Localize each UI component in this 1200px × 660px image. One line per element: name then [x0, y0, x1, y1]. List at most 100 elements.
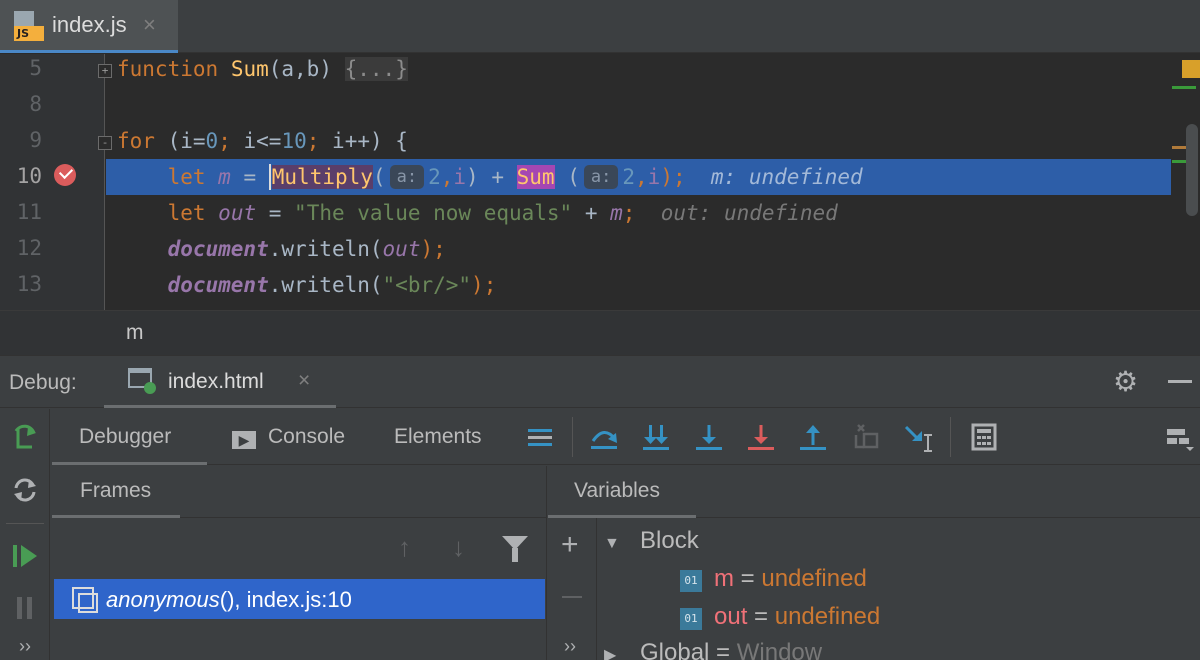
tab-console[interactable]: ▶ Console: [232, 409, 345, 465]
step-over-icon[interactable]: [588, 421, 620, 453]
equals-sign: =: [747, 603, 775, 630]
rerun-icon[interactable]: [10, 423, 40, 453]
code-token: 0: [205, 129, 219, 153]
gear-icon[interactable]: ⚙: [1113, 365, 1138, 398]
code-line-11[interactable]: let out = "The value now equals" + m; ou…: [106, 195, 1171, 231]
drop-frame-icon[interactable]: [850, 421, 882, 453]
layout-settings-icon[interactable]: [1164, 421, 1196, 453]
code-token: ;: [622, 201, 636, 225]
code-token: let: [167, 165, 206, 189]
browser-debug-icon: [128, 366, 156, 394]
equals-sign: =: [709, 639, 737, 660]
close-tab-icon[interactable]: ×: [143, 12, 156, 38]
console-icon: ▶: [232, 431, 256, 449]
toolbar-separator: [950, 417, 951, 457]
debug-tabs-row: Debugger ▶ Console Elements: [52, 409, 1200, 465]
code-token: =: [230, 165, 269, 189]
code-line-5[interactable]: function Sum(a,b) {...}: [106, 54, 1171, 87]
code-token: .writeln(: [268, 273, 383, 297]
add-watch-icon[interactable]: +: [561, 528, 579, 562]
more-icon[interactable]: ››: [564, 636, 576, 657]
arrow-down-icon[interactable]: ↓: [452, 532, 465, 563]
code-token: i: [180, 129, 193, 153]
frame-row-selected[interactable]: anonymous(), index.js:10: [54, 579, 545, 619]
code-line-12[interactable]: document.writeln(out);: [106, 231, 1171, 267]
minimize-icon[interactable]: [1168, 380, 1192, 383]
code-token: );: [420, 237, 446, 261]
code-line-8[interactable]: [106, 87, 1171, 123]
node-label: Global: [640, 639, 710, 660]
collapsed-arrow-icon[interactable]: ▶: [604, 645, 640, 660]
code-token: document: [167, 237, 269, 261]
warning-marker[interactable]: [1182, 60, 1200, 78]
refresh-icon[interactable]: [10, 475, 40, 505]
close-icon[interactable]: ×: [298, 369, 310, 393]
line-number: 12: [16, 236, 42, 260]
code-token: <=: [256, 129, 282, 153]
code-token: ++) {: [344, 129, 408, 153]
frame-function: anonymous: [106, 587, 220, 612]
node-value: Window: [736, 639, 823, 660]
code-line-10-execution-point[interactable]: let m = Multiply(a: 2,i) + Sum (a: 2,i); m…: [106, 159, 1171, 195]
breakpoint-icon[interactable]: [54, 164, 76, 186]
tab-debugger[interactable]: Debugger: [52, 409, 207, 465]
tree-node-block[interactable]: ▼ Block: [604, 527, 699, 555]
code-token: ,: [635, 165, 648, 189]
tab-elements[interactable]: Elements: [394, 409, 482, 465]
more-icon[interactable]: ››: [10, 631, 40, 660]
tab-index-js[interactable]: JS index.js ×: [0, 0, 178, 53]
line-number: 5: [29, 56, 42, 80]
tab-label: Debugger: [79, 425, 172, 448]
folded-region[interactable]: {...}: [344, 57, 408, 81]
toolbar-separator: [6, 523, 44, 524]
step-out-icon[interactable]: [797, 421, 829, 453]
tab-run-configuration[interactable]: index.html ×: [104, 356, 336, 408]
code-editor[interactable]: 5 8 9 10 11 12 13 + - function Sum(a,b) …: [0, 54, 1200, 310]
code-token: document: [167, 273, 269, 297]
breadcrumb[interactable]: m: [0, 310, 1200, 355]
frames-header: Frames: [52, 466, 546, 518]
force-step-into-icon[interactable]: [745, 421, 777, 453]
frames-panel: Frames ↑ ↓: [52, 466, 547, 660]
step-into-my-code-icon[interactable]: [693, 421, 725, 453]
code-token[interactable]: Multiply: [271, 165, 373, 189]
step-into-icon[interactable]: [640, 421, 672, 453]
code-token: =: [256, 201, 295, 225]
scrollbar-thumb[interactable]: [1186, 124, 1198, 216]
editor-tab-bar: JS index.js ×: [0, 0, 1200, 53]
code-line-13[interactable]: document.writeln("<br/>");: [106, 267, 1171, 303]
code-token: "<br/>": [382, 273, 472, 297]
inline-value-hint: m: undefined: [710, 165, 863, 189]
pause-program-icon[interactable]: [10, 593, 40, 623]
change-marker[interactable]: [1172, 86, 1196, 89]
code-token: (: [154, 129, 181, 153]
show-execution-point-icon[interactable]: [524, 421, 556, 453]
tree-node-global[interactable]: ▶ Global = Window: [604, 639, 822, 660]
fold-collapse-icon[interactable]: -: [98, 136, 112, 150]
code-token: (: [372, 165, 386, 189]
run-to-cursor-icon[interactable]: [902, 421, 934, 453]
code-token[interactable]: Sum: [516, 165, 555, 189]
code-token: for: [117, 129, 155, 153]
fold-expand-icon[interactable]: +: [98, 64, 112, 78]
variable-row[interactable]: 01 out = undefined: [680, 603, 880, 631]
code-token: );: [660, 165, 686, 189]
editor-scrollbar[interactable]: [1172, 54, 1200, 310]
variables-header: Variables: [548, 466, 1200, 518]
expanded-arrow-icon[interactable]: ▼: [604, 535, 640, 553]
breadcrumb-item[interactable]: m: [126, 321, 144, 345]
filter-icon[interactable]: [502, 536, 528, 562]
remove-watch-icon[interactable]: [562, 596, 582, 598]
resume-program-icon[interactable]: [10, 541, 40, 571]
variable-icon: 01: [680, 608, 702, 630]
calculator-icon[interactable]: [968, 421, 1000, 453]
arrow-up-icon[interactable]: ↑: [398, 532, 411, 563]
variable-name: m: [714, 565, 734, 592]
frames-title: Frames: [52, 466, 180, 518]
line-number: 13: [16, 272, 42, 296]
gutter[interactable]: 5 8 9 10 11 12 13: [0, 54, 105, 310]
variable-row[interactable]: 01 m = undefined: [680, 565, 867, 593]
code-token: =: [192, 129, 206, 153]
code-token: ): [466, 165, 479, 189]
code-line-9[interactable]: for (i=0; i<=10; i++) {: [106, 123, 1171, 159]
